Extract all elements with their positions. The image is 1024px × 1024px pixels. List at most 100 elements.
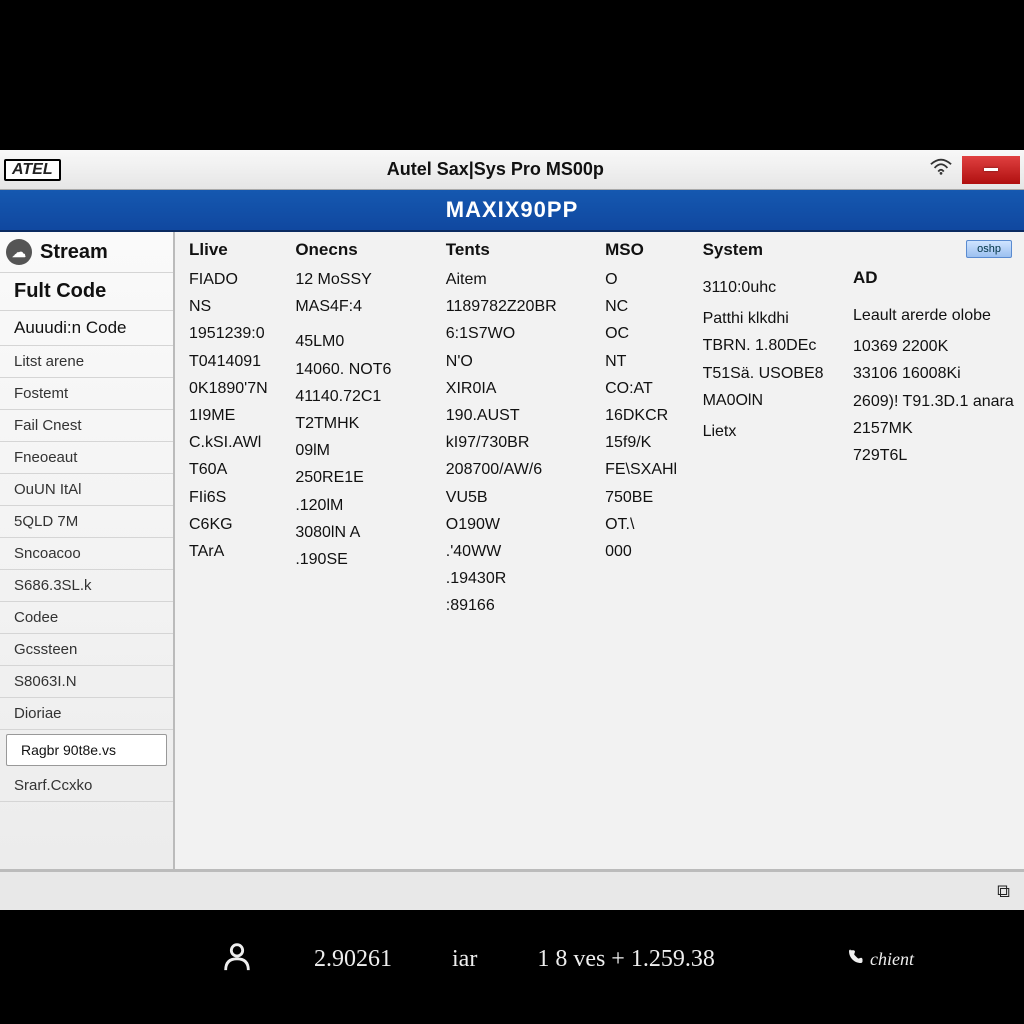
column-header: Llive bbox=[189, 240, 277, 260]
banner-title: MAXIX90PP bbox=[0, 190, 1024, 232]
sidebar-item-10[interactable]: S686.3SL.k bbox=[0, 570, 173, 602]
sidebar-item-label: Codee bbox=[14, 609, 58, 626]
sidebar-item-label: Ragbr 90t8e.vs bbox=[21, 742, 116, 758]
column-header: Onecns bbox=[295, 240, 427, 260]
cell: O190W bbox=[446, 513, 587, 536]
cell: VU5B bbox=[446, 486, 587, 509]
titlebar: ATEL Autel Sax|Sys Pro MS00p bbox=[0, 150, 1024, 190]
cell: 000 bbox=[605, 540, 684, 563]
column-5: oshp AD Leault arerde olobe 10369 2200K 3310… bbox=[853, 240, 1012, 861]
cell: 45LM0 bbox=[295, 330, 427, 353]
sidebar-item-0[interactable]: ☁ Stream bbox=[0, 232, 173, 273]
cell: OC bbox=[605, 322, 684, 345]
cell: 208700/AW/6 bbox=[446, 458, 587, 481]
status-value: 2.90261 bbox=[314, 946, 392, 973]
cell: N'O bbox=[446, 350, 587, 373]
cell: 190.AUST bbox=[446, 404, 587, 427]
cell: kI97/730BR bbox=[446, 431, 587, 454]
sidebar-item-label: S686.3SL.k bbox=[14, 577, 92, 594]
side-chip[interactable]: oshp bbox=[966, 240, 1012, 258]
sidebar-item-label: Fult Code bbox=[14, 280, 106, 302]
app-window: ATEL Autel Sax|Sys Pro MS00p MAXIX90PP ☁… bbox=[0, 150, 1024, 910]
sidebar-item-label: Stream bbox=[40, 241, 108, 264]
sidebar-item-8[interactable]: 5QLD 7M bbox=[0, 506, 173, 538]
cell: C6KG bbox=[189, 513, 277, 536]
cell: 750BE bbox=[605, 486, 684, 509]
cell: 10369 2200K bbox=[853, 335, 1012, 358]
column-4: System3110:0uhcPatthi klkdhiTBRN. 1.80DE… bbox=[703, 240, 835, 861]
cell: .19430R bbox=[446, 567, 587, 590]
sidebar-item-6[interactable]: Fneoeaut bbox=[0, 442, 173, 474]
sidebar-item-label: S8063I.N bbox=[14, 673, 77, 690]
column-header: MSO bbox=[605, 240, 684, 260]
cell: NT bbox=[605, 350, 684, 373]
footer-bar: ⧉ bbox=[0, 872, 1024, 910]
sidebar-item-3[interactable]: Litst arene bbox=[0, 346, 173, 378]
cell: 41140.72C1 bbox=[295, 385, 427, 408]
sidebar: ☁ Stream Fult Code Auuudi:n Code Litst arene… bbox=[0, 232, 175, 869]
sidebar-item-11[interactable]: Codee bbox=[0, 602, 173, 634]
status-bar: 2.90261 iar 1 8 ves + 1.259.38 chient bbox=[0, 924, 1024, 994]
column-0: Llive FIADO NS 1951239:0 T0414091 0K1890'7N 1I… bbox=[189, 240, 277, 861]
cell: 1I9ME bbox=[189, 404, 277, 427]
cell: T2TMHK bbox=[295, 412, 427, 435]
sidebar-item-14[interactable]: Dioriae bbox=[0, 698, 173, 730]
status-right[interactable]: chient bbox=[846, 948, 914, 971]
cell: NS bbox=[189, 295, 277, 318]
cell: FIADO bbox=[189, 268, 277, 291]
cell: Leault arerde olobe bbox=[853, 304, 1012, 327]
cell: 729T6L bbox=[853, 444, 1012, 467]
cell: T0414091 bbox=[189, 350, 277, 373]
cell: CO:AT bbox=[605, 377, 684, 400]
wifi-icon bbox=[930, 158, 952, 181]
close-button[interactable] bbox=[962, 156, 1020, 184]
user-icon bbox=[220, 939, 254, 980]
data-grid: Llive FIADO NS 1951239:0 T0414091 0K1890'7N 1I… bbox=[175, 232, 1024, 869]
column-2: TentsAitem1189782Z20BR6:1S7WON'OXIR0IA19… bbox=[446, 240, 587, 861]
cell: 15f9/K bbox=[605, 431, 684, 454]
cell: 2157MK bbox=[853, 417, 1012, 440]
cell: O bbox=[605, 268, 684, 291]
sidebar-item-2[interactable]: Auuudi:n Code bbox=[0, 311, 173, 346]
sidebar-item-4[interactable]: Fostemt bbox=[0, 378, 173, 410]
sidebar-item-1[interactable]: Fult Code bbox=[0, 273, 173, 311]
cell: 3110:0uhc bbox=[703, 276, 835, 299]
cell: 33106 16008Ki bbox=[853, 362, 1012, 385]
cell: 3080lN A bbox=[295, 521, 427, 544]
cell: Lietx bbox=[703, 420, 835, 443]
cell: 1951239:0 bbox=[189, 322, 277, 345]
sidebar-item-12[interactable]: Gcssteen bbox=[0, 634, 173, 666]
cell: FIi6S bbox=[189, 486, 277, 509]
status-unit: iar bbox=[452, 946, 477, 973]
sidebar-item-5[interactable]: Fail Cnest bbox=[0, 410, 173, 442]
cell: XIR0IA bbox=[446, 377, 587, 400]
cell: NC bbox=[605, 295, 684, 318]
column-header: AD bbox=[853, 268, 1012, 288]
cell: OT.\ bbox=[605, 513, 684, 536]
column-3: MSO O NC OC NT CO:AT 16DKCR 15f9/K FE\SXAHl 750BE… bbox=[605, 240, 684, 861]
sidebar-item-15[interactable]: Ragbr 90t8e.vs bbox=[6, 734, 167, 766]
sidebar-item-label: OuUN ItAl bbox=[14, 481, 82, 498]
phone-icon bbox=[846, 948, 864, 971]
sidebar-item-7[interactable]: OuUN ItAl bbox=[0, 474, 173, 506]
cell: 16DKCR bbox=[605, 404, 684, 427]
sidebar-item-9[interactable]: Sncoacoo bbox=[0, 538, 173, 570]
footer-icon[interactable]: ⧉ bbox=[997, 881, 1010, 902]
cell: .120lM bbox=[295, 494, 427, 517]
cloud-icon: ☁ bbox=[6, 239, 32, 265]
cell: Aitem bbox=[446, 268, 587, 291]
cell: 09lM bbox=[295, 439, 427, 462]
sidebar-item-label: Srarf.Ccxko bbox=[14, 777, 92, 794]
sidebar-item-label: Litst arene bbox=[14, 353, 84, 370]
sidebar-item-label: Gcssteen bbox=[14, 641, 77, 658]
sidebar-item-16[interactable]: Srarf.Ccxko bbox=[0, 770, 173, 802]
window-title: Autel Sax|Sys Pro MS00p bbox=[61, 159, 930, 180]
cell: T51Sä. USOBE8 bbox=[703, 362, 835, 385]
cell: 14060. NOT6 bbox=[295, 358, 427, 381]
sidebar-item-label: Sncoacoo bbox=[14, 545, 81, 562]
cell: 12 MoSSY bbox=[295, 268, 427, 291]
cell: T60A bbox=[189, 458, 277, 481]
sidebar-item-13[interactable]: S8063I.N bbox=[0, 666, 173, 698]
cell: FE\SXAHl bbox=[605, 458, 684, 481]
cell: 0K1890'7N bbox=[189, 377, 277, 400]
